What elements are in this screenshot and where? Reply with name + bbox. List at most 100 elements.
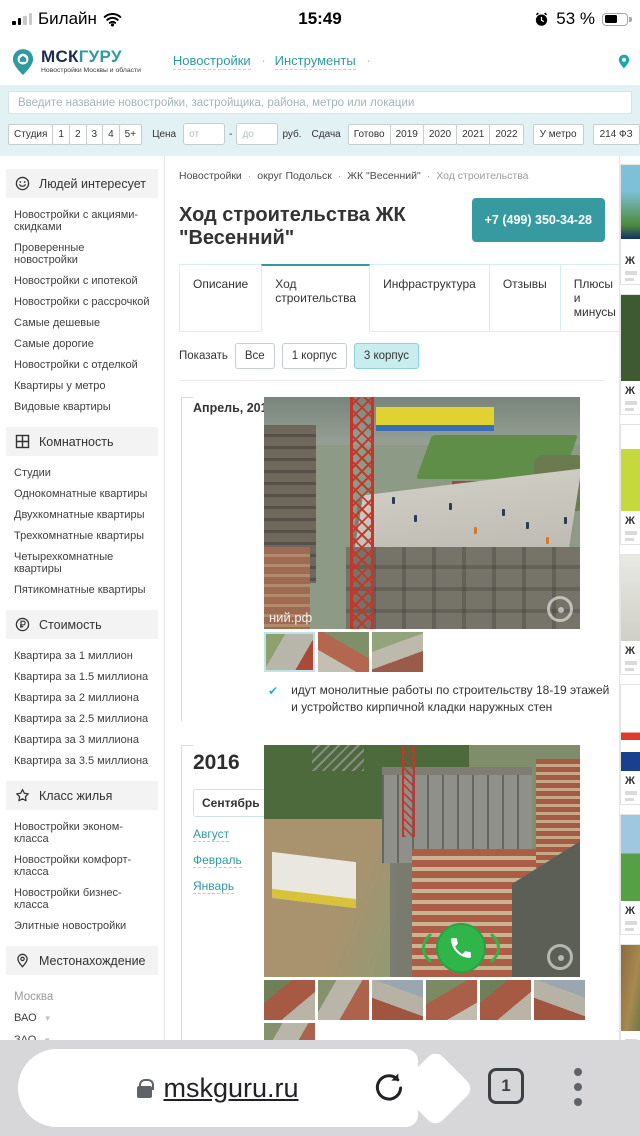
building-filter-chip[interactable]: 3 корпус: [354, 343, 419, 369]
menu-dots-icon[interactable]: [572, 1066, 584, 1108]
sidebar-link[interactable]: Новостройки эконом-класса: [0, 817, 164, 850]
call-button[interactable]: [436, 923, 486, 973]
photo-thumbnail[interactable]: [264, 1023, 315, 1040]
breadcrumb-link[interactable]: Новостройки: [179, 170, 257, 182]
building-filter-chip[interactable]: 1 корпус: [282, 343, 347, 369]
ad-card[interactable]: Ж: [620, 424, 640, 545]
sidebar-link[interactable]: Квартира за 3.5 миллиона: [0, 751, 164, 772]
sidebar-link[interactable]: Видовые квартиры: [0, 397, 164, 418]
rooms-filter-option[interactable]: 4: [102, 124, 120, 145]
construction-photo-2016[interactable]: [264, 745, 580, 977]
construction-photo-2019[interactable]: ний.рф: [264, 397, 580, 629]
price-to-input[interactable]: [236, 123, 278, 145]
sidebar-link[interactable]: Квартира за 1.5 миллиона: [0, 667, 164, 688]
sidebar-link[interactable]: Новостройки с отделкой: [0, 355, 164, 376]
map-pin-icon[interactable]: [618, 54, 630, 69]
sidebar-link[interactable]: Новостройки с акциями-скидками: [0, 205, 164, 238]
sidebar-link[interactable]: Новостройки с ипотекой: [0, 271, 164, 292]
refresh-button[interactable]: [372, 1071, 406, 1105]
sidebar-link[interactable]: Трехкомнатные квартиры: [0, 526, 164, 547]
sidebar-link[interactable]: Квартира за 2 миллиона: [0, 688, 164, 709]
sidebar-link[interactable]: Новостройки с рассрочкой: [0, 292, 164, 313]
delivery-filter-option[interactable]: 2022: [489, 124, 523, 145]
rooms-filter-option[interactable]: 2: [69, 124, 87, 145]
sidebar-link[interactable]: Элитные новостройки: [0, 916, 164, 937]
price-from-input[interactable]: [183, 123, 225, 145]
site-logo[interactable]: МСКГУРУ Новостройки Москвы и области: [10, 48, 141, 76]
sidebar-link[interactable]: Студии: [0, 463, 164, 484]
breadcrumb-link[interactable]: ЖК "Весенний": [347, 170, 436, 182]
sidebar-link[interactable]: Квартира за 2.5 миллиона: [0, 709, 164, 730]
star-icon: [15, 788, 30, 803]
ad-card[interactable]: Ж: [620, 554, 640, 675]
ad-card[interactable]: [620, 944, 640, 1040]
url-text[interactable]: mskguru.ru: [163, 1073, 298, 1104]
ruble-icon: [15, 617, 30, 632]
sidebar-link[interactable]: Квартиры у метро: [0, 376, 164, 397]
rooms-filter-option[interactable]: 5+: [119, 124, 142, 145]
sidebar-geo-item[interactable]: ВАО ▼: [0, 1007, 164, 1029]
tab[interactable]: Плюсы и минусы: [560, 264, 620, 332]
sidebar-link[interactable]: Проверенные новостройки: [0, 238, 164, 271]
sidebar-link[interactable]: Двухкомнатные квартиры: [0, 505, 164, 526]
sidebar-link[interactable]: Самые дешевые: [0, 313, 164, 334]
ad-card[interactable]: Ж: [620, 684, 640, 805]
extra-filter-chip[interactable]: У метро: [533, 124, 584, 145]
sidebar-link[interactable]: Новостройки бизнес-класса: [0, 883, 164, 916]
ad-card[interactable]: Ж: [620, 294, 640, 415]
rooms-filter-option[interactable]: 3: [86, 124, 104, 145]
sidebar-link[interactable]: Новостройки комфорт-класса: [0, 850, 164, 883]
tab-counter[interactable]: 1: [488, 1068, 524, 1104]
month-link[interactable]: Февраль: [193, 853, 242, 868]
nav-link[interactable]: Новостройки: [173, 53, 251, 70]
sidebar-link[interactable]: Пятикомнатные квартиры: [0, 580, 164, 601]
tab[interactable]: Описание: [179, 264, 262, 332]
photo-watermark: ний.рф: [269, 610, 312, 625]
filter-band: Студия12345+ Цена - руб. Сдача Готово201…: [0, 118, 640, 156]
delivery-filter-option[interactable]: Готово: [348, 124, 391, 145]
photo-thumbnail[interactable]: [264, 980, 315, 1020]
sidebar-section-location: Местонахождение: [6, 946, 158, 975]
phone-button[interactable]: +7 (499) 350-34-28: [472, 198, 605, 242]
breadcrumb-link[interactable]: округ Подольск: [257, 170, 347, 182]
search-input[interactable]: [8, 91, 632, 114]
month-link[interactable]: Январь: [193, 879, 234, 894]
photo-thumbnail[interactable]: [264, 632, 315, 672]
ad-text-line: [625, 668, 634, 672]
month-link[interactable]: Сентябрь: [193, 789, 269, 817]
sidebar-link[interactable]: Квартира за 3 миллиона: [0, 730, 164, 751]
rooms-filter: Студия12345+: [8, 124, 142, 145]
sidebar-link[interactable]: Однокомнатные квартиры: [0, 484, 164, 505]
tab[interactable]: Инфраструктура: [369, 264, 490, 332]
tab-bar: ОписаниеХод строительстваИнфраструктураО…: [179, 264, 605, 332]
rooms-filter-option[interactable]: 1: [52, 124, 70, 145]
photo-thumbnail[interactable]: [480, 980, 531, 1020]
nav-link[interactable]: Инструменты: [275, 53, 356, 70]
rooms-filter-option[interactable]: Студия: [8, 124, 53, 145]
photo-thumbnail[interactable]: [318, 980, 369, 1020]
photo-thumbnail[interactable]: [372, 632, 423, 672]
sidebar-link[interactable]: Самые дорогие: [0, 334, 164, 355]
photo-thumbnail[interactable]: [372, 980, 423, 1020]
progress-note: ✔ идут монолитные работы по строительств…: [264, 682, 610, 717]
photo-thumbnail[interactable]: [534, 980, 585, 1020]
ad-text-line: [625, 531, 637, 535]
photo-thumbnail[interactable]: [426, 980, 477, 1020]
tab[interactable]: Отзывы: [489, 264, 561, 332]
photo-thumbnail[interactable]: [318, 632, 369, 672]
title-row: Ход строительства ЖК "Весенний" +7 (499)…: [179, 198, 605, 250]
section-title: Местонахождение: [39, 954, 146, 968]
omnibox[interactable]: mskguru.ru: [18, 1049, 418, 1127]
building-filter-chip[interactable]: Все: [235, 343, 275, 369]
sidebar-geo-item[interactable]: ЗАО ▼: [0, 1029, 164, 1040]
month-link[interactable]: Август: [193, 827, 229, 842]
ad-card[interactable]: Ж: [620, 164, 640, 285]
delivery-filter-option[interactable]: 2019: [390, 124, 424, 145]
delivery-filter-option[interactable]: 2020: [423, 124, 457, 145]
delivery-filter-option[interactable]: 2021: [456, 124, 490, 145]
ad-card[interactable]: Ж: [620, 814, 640, 935]
tab[interactable]: Ход строительства: [261, 264, 370, 332]
sidebar-link[interactable]: Квартира за 1 миллион: [0, 646, 164, 667]
sidebar-link[interactable]: Четырехкомнатные квартиры: [0, 547, 164, 580]
extra-filter-chip[interactable]: 214 ФЗ: [593, 124, 640, 145]
